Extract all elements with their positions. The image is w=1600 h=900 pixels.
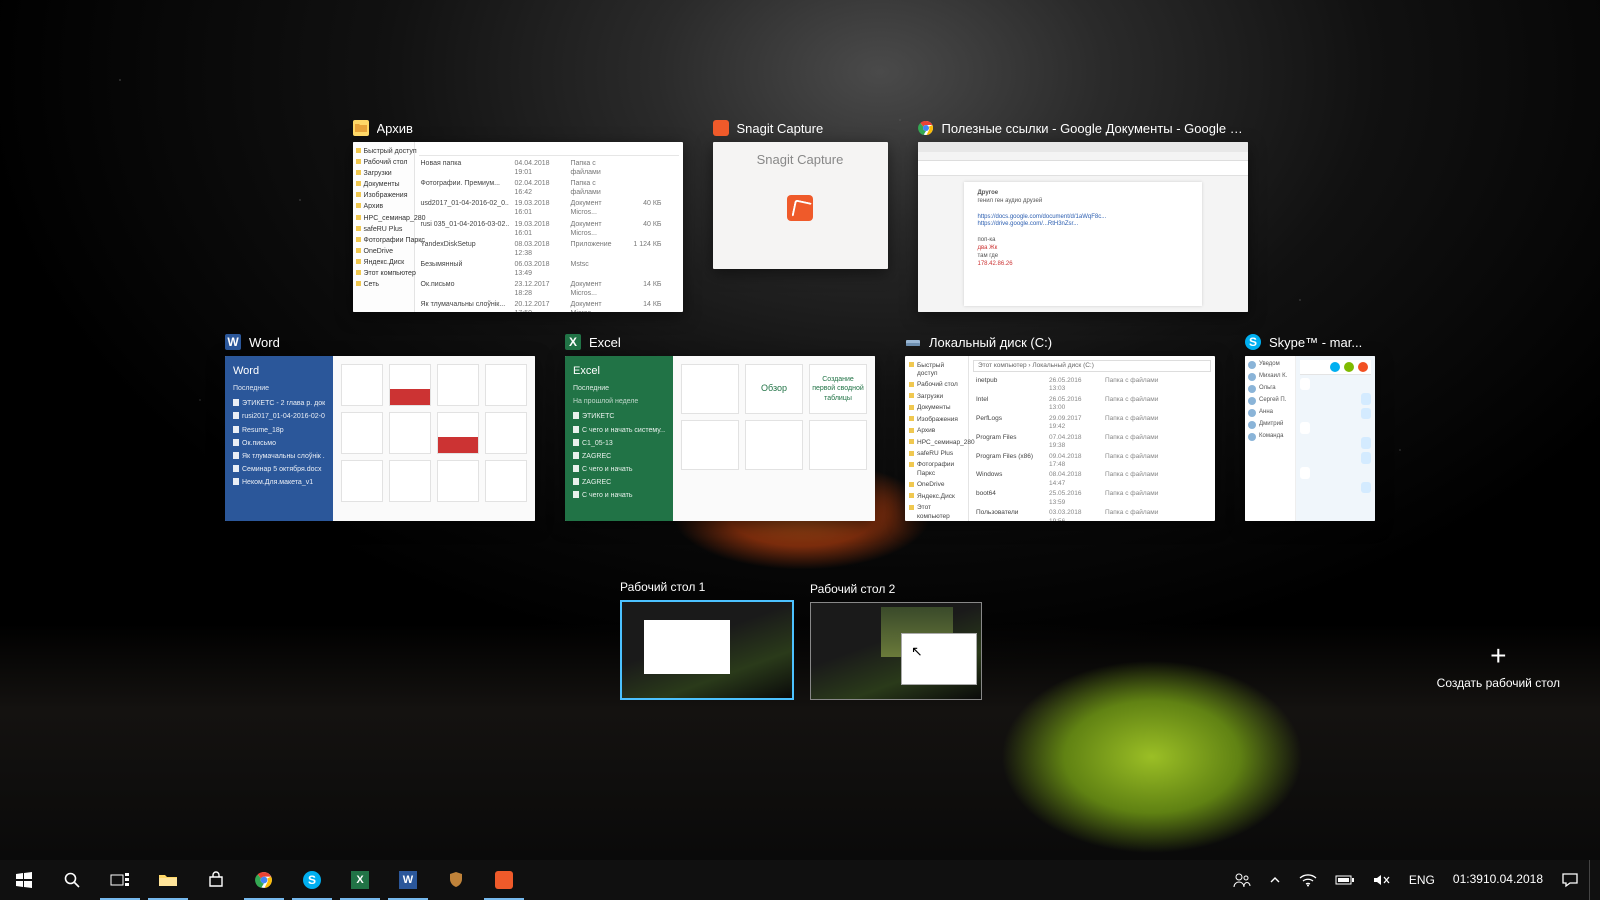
explorer-icon — [159, 873, 177, 887]
taskbar-app-chrome[interactable] — [240, 860, 288, 900]
chevron-up-icon — [1269, 874, 1281, 886]
chrome-icon — [255, 871, 273, 889]
tray-language[interactable]: ENG — [1401, 860, 1443, 900]
word-icon: W — [399, 871, 417, 889]
window-title: Полезные ссылки - Google Документы - Goo… — [942, 121, 1248, 136]
window-thumb-skype[interactable]: S Skype™ - mar... УведомМихаил К.ОльгаСе… — [1245, 334, 1375, 521]
new-desktop-button[interactable]: + Создать рабочий стол — [1437, 640, 1560, 690]
search-button[interactable] — [48, 860, 96, 900]
shield-icon — [448, 871, 464, 889]
search-icon — [63, 871, 81, 889]
skype-icon: S — [1245, 334, 1261, 350]
taskbar-app-shield[interactable] — [432, 860, 480, 900]
tray-people[interactable] — [1225, 860, 1259, 900]
snagit-icon — [495, 871, 513, 889]
people-icon — [1233, 872, 1251, 888]
plus-icon: + — [1437, 640, 1560, 672]
snagit-icon — [713, 120, 729, 136]
taskbar-app-excel[interactable]: X — [336, 860, 384, 900]
skype-icon: S — [303, 871, 321, 889]
virtual-desktops-strip: Рабочий стол 1 Рабочий стол 2 ↖ — [620, 580, 980, 700]
folder-icon — [353, 120, 369, 136]
window-title: Word — [249, 335, 280, 350]
window-title: Excel — [589, 335, 621, 350]
show-desktop-button[interactable] — [1589, 860, 1596, 900]
task-view-button[interactable] — [96, 860, 144, 900]
window-thumb-word[interactable]: W Word WordПоследниеЭТИКЕТС - 2 глава р.… — [225, 334, 535, 521]
taskbar-app-snagit[interactable] — [480, 860, 528, 900]
taskbar-app-store[interactable] — [192, 860, 240, 900]
windows-icon — [16, 872, 32, 888]
word-icon: W — [225, 334, 241, 350]
taskbar-app-skype[interactable]: S — [288, 860, 336, 900]
store-icon — [207, 871, 225, 889]
tray-volume[interactable] — [1365, 860, 1399, 900]
taskview-icon — [110, 872, 130, 888]
taskbar: S X W ENG 01:39 — [0, 860, 1600, 900]
excel-icon: X — [565, 334, 581, 350]
tray-battery[interactable] — [1327, 860, 1363, 900]
window-thumb-localdisk[interactable]: Локальный диск (C:) Быстрый доступРабочи… — [905, 334, 1215, 521]
window-title: Локальный диск (C:) — [929, 335, 1052, 350]
window-thumb-chrome[interactable]: Полезные ссылки - Google Документы - Goo… — [918, 120, 1248, 312]
tray-clock[interactable]: 01:39 10.04.2018 — [1445, 860, 1551, 900]
task-view: Архив Быстрый доступРабочий столЗагрузки… — [0, 120, 1600, 770]
volume-mute-icon — [1373, 873, 1391, 887]
tray-wifi[interactable] — [1291, 860, 1325, 900]
window-title: Snagit Capture — [737, 121, 824, 136]
start-button[interactable] — [0, 860, 48, 900]
window-thumb-snagit[interactable]: Snagit Capture Snagit Capture — [713, 120, 888, 312]
taskbar-app-explorer[interactable] — [144, 860, 192, 900]
tray-action-center[interactable] — [1553, 860, 1587, 900]
window-title: Skype™ - mar... — [1269, 335, 1362, 350]
tray-overflow[interactable] — [1261, 860, 1289, 900]
snagit-logo-icon — [787, 195, 813, 221]
chrome-icon — [918, 120, 934, 136]
window-thumb-excel[interactable]: X Excel ExcelПоследниеНа прошлой неделеЭ… — [565, 334, 875, 521]
drive-icon — [905, 334, 921, 350]
wifi-icon — [1299, 873, 1317, 887]
notification-icon — [1561, 872, 1579, 888]
taskbar-app-word[interactable]: W — [384, 860, 432, 900]
desktop-2[interactable]: Рабочий стол 2 ↖ — [810, 582, 980, 700]
window-thumb-archive[interactable]: Архив Быстрый доступРабочий столЗагрузки… — [353, 120, 683, 312]
window-title: Архив — [377, 121, 413, 136]
battery-icon — [1335, 874, 1355, 886]
desktop-1[interactable]: Рабочий стол 1 — [620, 580, 790, 700]
excel-icon: X — [351, 871, 369, 889]
